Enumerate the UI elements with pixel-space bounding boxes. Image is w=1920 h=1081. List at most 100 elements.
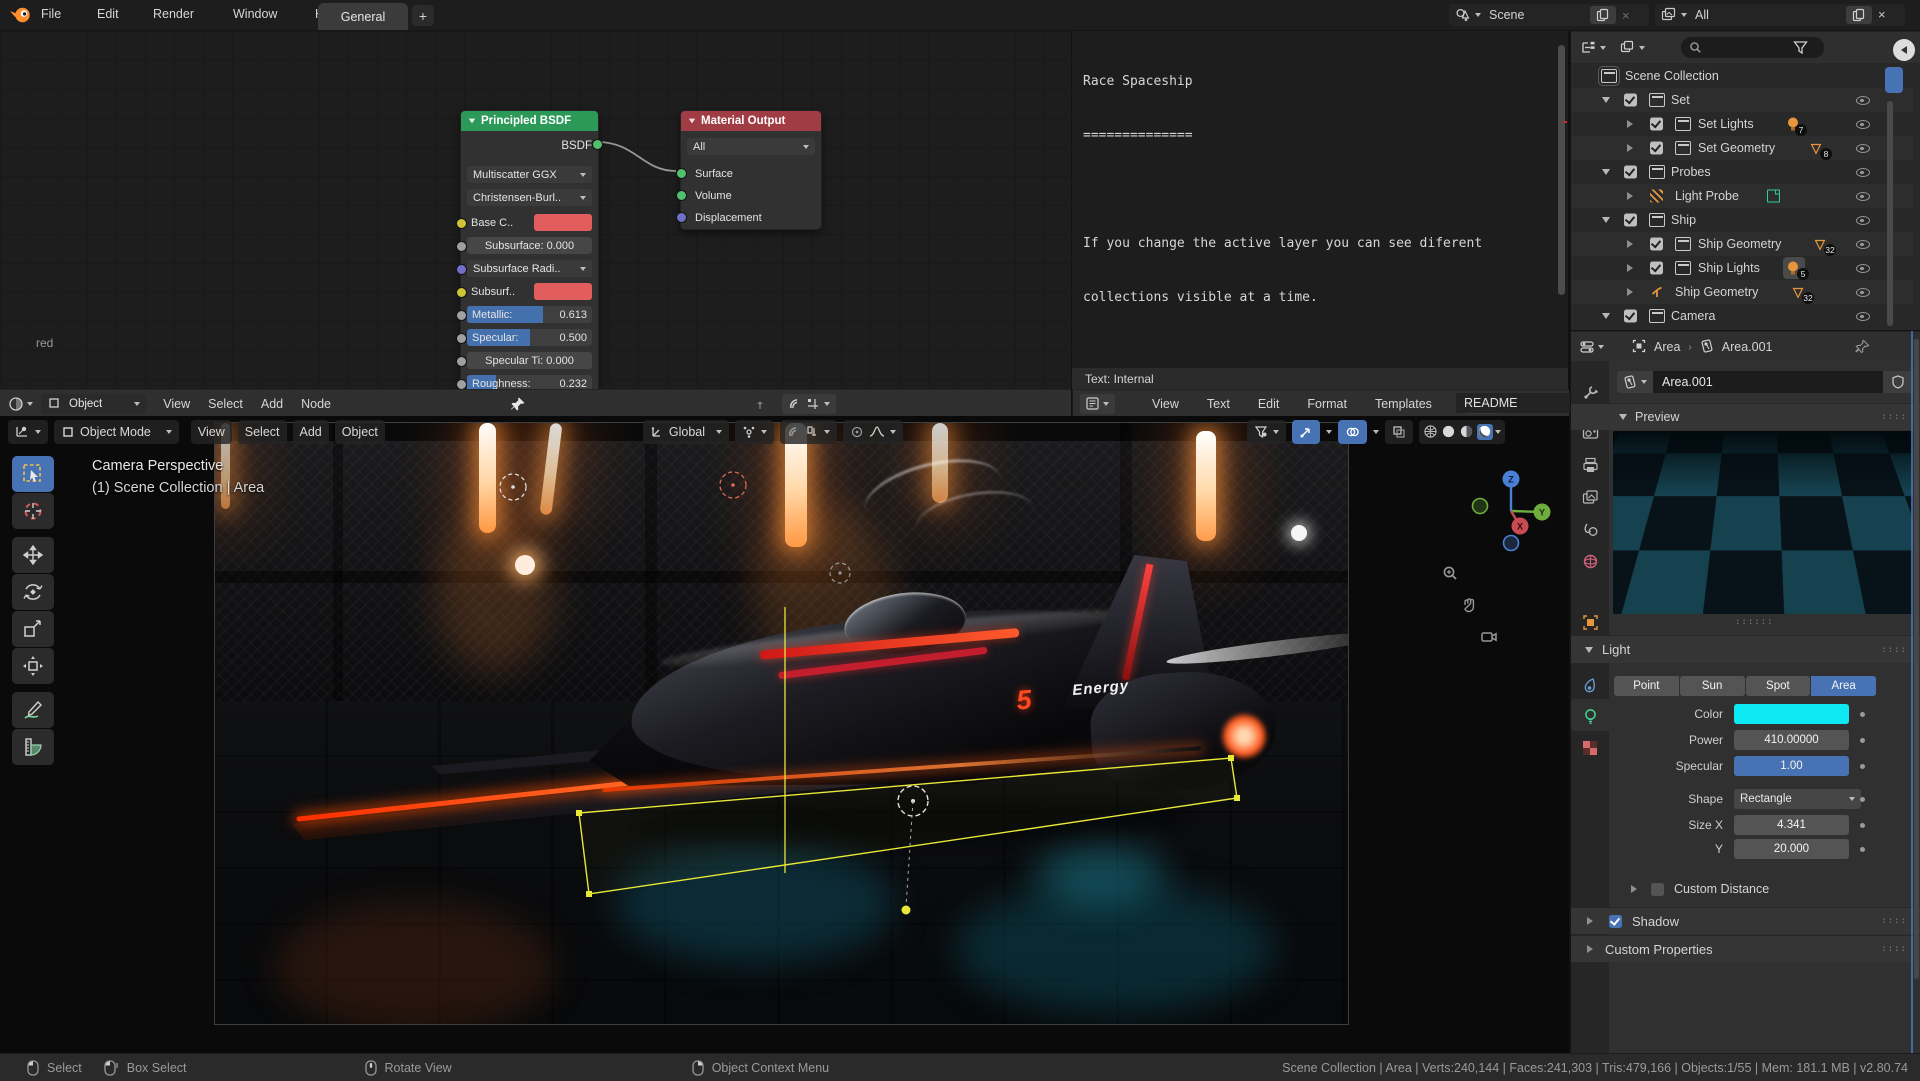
surface-input-socket[interactable] [676, 168, 687, 179]
viewport-menu-view[interactable]: View [191, 420, 232, 444]
light-name-field[interactable]: Area.001 [1653, 371, 1883, 393]
collection-checkbox[interactable] [1650, 238, 1663, 251]
metallic-socket[interactable] [456, 310, 467, 321]
tool-measure[interactable] [12, 729, 54, 765]
light-datablock-dropdown[interactable] [1617, 371, 1653, 393]
color-swatch[interactable] [1734, 704, 1849, 724]
outliner-row-camera[interactable]: Camera [1571, 304, 1913, 328]
view-layer-value[interactable]: All [1695, 8, 1709, 22]
outliner-row-set-lights[interactable]: Set Lights 7 [1571, 112, 1913, 136]
specular-socket[interactable] [456, 333, 467, 344]
size-y-field[interactable]: 20.000 [1734, 839, 1849, 859]
distribution-dropdown[interactable]: Multiscatter GGX [467, 166, 592, 183]
base-color-swatch[interactable] [534, 214, 592, 231]
light-type-point[interactable]: Point [1614, 676, 1679, 696]
tab-view-layer[interactable] [1577, 484, 1603, 510]
menu-window[interactable]: Window [224, 7, 286, 21]
filter-type-chevron-icon[interactable] [1639, 46, 1645, 50]
text-editor[interactable]: Race Spaceship ============== If you cha… [1072, 31, 1568, 367]
subsurface-radius-dropdown[interactable]: Subsurface Radi.. [467, 260, 592, 277]
outliner-row-probes[interactable]: Probes [1571, 160, 1913, 184]
new-view-layer-button[interactable] [1846, 6, 1872, 24]
show-gizmo-toggle[interactable] [1292, 420, 1320, 444]
hide-eye-icon[interactable] [1855, 308, 1871, 324]
viewport-menu-select[interactable]: Select [238, 420, 287, 444]
preview-resize-grip[interactable]: :::::: [1735, 617, 1774, 627]
shader-editor-type-icon[interactable] [8, 396, 24, 412]
shape-dropdown[interactable]: Rectangle [1734, 789, 1861, 809]
fake-user-shield-button[interactable] [1883, 371, 1913, 393]
hide-eye-icon[interactable] [1855, 164, 1871, 180]
outliner-row-set[interactable]: Set [1571, 88, 1913, 112]
scene-icon[interactable] [1455, 7, 1471, 23]
power-field[interactable]: 410.00000 [1734, 730, 1849, 750]
subsurface-method-dropdown[interactable]: Christensen-Burl.. [467, 189, 592, 206]
specular-tint-field[interactable]: Specular Ti: 0.000 [467, 352, 592, 369]
roughness-slider[interactable]: Roughness: 0.232 [467, 375, 592, 389]
collection-checkbox[interactable] [1624, 166, 1637, 179]
outliner-row-ship-lights[interactable]: Ship Lights 5 [1571, 256, 1913, 280]
collapse-node-icon[interactable] [689, 119, 695, 124]
tab-texture[interactable] [1577, 735, 1603, 761]
tab-object[interactable] [1577, 609, 1603, 635]
menu-render[interactable]: Render [144, 7, 203, 21]
tool-scale[interactable] [12, 611, 54, 647]
light-panel-header[interactable]: Light :::: [1571, 635, 1920, 663]
object-type-visibility-dropdown[interactable] [1247, 420, 1286, 444]
outliner-row-ship-geometry-empty[interactable]: Ship Geometry ▽ 32 [1571, 280, 1913, 304]
hide-eye-icon[interactable] [1855, 236, 1871, 252]
text-menu-view[interactable]: View [1143, 397, 1188, 411]
text-menu-text[interactable]: Text [1198, 397, 1239, 411]
scene-selector-chevron-icon[interactable] [1475, 13, 1481, 17]
panel-grip[interactable]: :::: [1881, 916, 1907, 926]
text-menu-edit[interactable]: Edit [1249, 397, 1289, 411]
shader-type-dropdown[interactable]: Object [41, 394, 146, 414]
outliner-display-mode-icon[interactable] [1581, 40, 1597, 56]
text-menu-templates[interactable]: Templates [1366, 397, 1441, 411]
hide-eye-icon[interactable] [1855, 260, 1871, 276]
view-layer-chevron-icon[interactable] [1681, 13, 1687, 17]
area-light-wireframe[interactable] [215, 423, 1348, 1024]
add-workspace-button[interactable]: + [412, 5, 434, 26]
hide-eye-icon[interactable] [1855, 92, 1871, 108]
viewport-3d[interactable]: 5 Energy Camera Perspective (1) Scene Co… [0, 416, 1569, 1053]
base-color-socket[interactable] [456, 218, 467, 229]
rendered-shading-button[interactable] [1477, 424, 1493, 440]
viewport-menu-add[interactable]: Add [293, 420, 329, 444]
viewport-editor-type-button[interactable] [8, 420, 48, 444]
filter-icon[interactable] [1793, 40, 1809, 56]
volume-input-socket[interactable] [676, 190, 687, 201]
outliner-filter-type-icon[interactable] [1620, 40, 1636, 56]
transform-orientation-dropdown[interactable]: Global [643, 420, 729, 444]
preview-panel-header[interactable]: Preview :::: [1571, 403, 1920, 430]
subsurface-color-swatch[interactable] [534, 283, 592, 300]
pivot-point-dropdown[interactable] [735, 420, 774, 444]
shader-menu-view[interactable]: View [154, 397, 199, 411]
outliner-row-scene-collection[interactable]: Scene Collection [1571, 64, 1913, 88]
breadcrumb-data-name[interactable]: Area.001 [1722, 340, 1773, 354]
tab-output[interactable] [1577, 452, 1603, 478]
animate-dot[interactable] [1860, 764, 1865, 769]
animate-dot[interactable] [1860, 797, 1865, 802]
outliner-row-set-geometry[interactable]: Set Geometry ▽ 8 [1571, 136, 1913, 160]
principled-node-header[interactable]: Principled BSDF [461, 111, 598, 131]
gizmo-dropdown-chevron-icon[interactable] [1326, 430, 1332, 434]
specular-tint-socket[interactable] [456, 356, 467, 367]
material-output-node[interactable]: Material Output All Surface Volume Displ… [680, 110, 822, 230]
tab-object-data[interactable] [1577, 703, 1603, 729]
subsurface-field[interactable]: Subsurface: 0.000 [467, 237, 592, 254]
shadow-panel-header[interactable]: Shadow :::: [1571, 907, 1920, 934]
hide-eye-icon[interactable] [1855, 212, 1871, 228]
panel-grip[interactable]: :::: [1881, 412, 1907, 422]
viewport-move-icon[interactable] [1460, 596, 1476, 612]
active-tool-tab[interactable] [1885, 67, 1903, 93]
shader-menu-select[interactable]: Select [199, 397, 252, 411]
overlays-dropdown-chevron-icon[interactable] [1373, 430, 1379, 434]
viewport-zoom-icon[interactable] [1441, 564, 1457, 580]
parent-node-tree-icon[interactable] [756, 396, 772, 412]
panel-grip[interactable]: :::: [1881, 645, 1907, 655]
properties-scrollbar[interactable] [1914, 339, 1919, 979]
custom-distance-checkbox[interactable] [1651, 883, 1664, 896]
text-scrollbar[interactable] [1558, 45, 1565, 295]
outliner-row-ship[interactable]: Ship [1571, 208, 1913, 232]
